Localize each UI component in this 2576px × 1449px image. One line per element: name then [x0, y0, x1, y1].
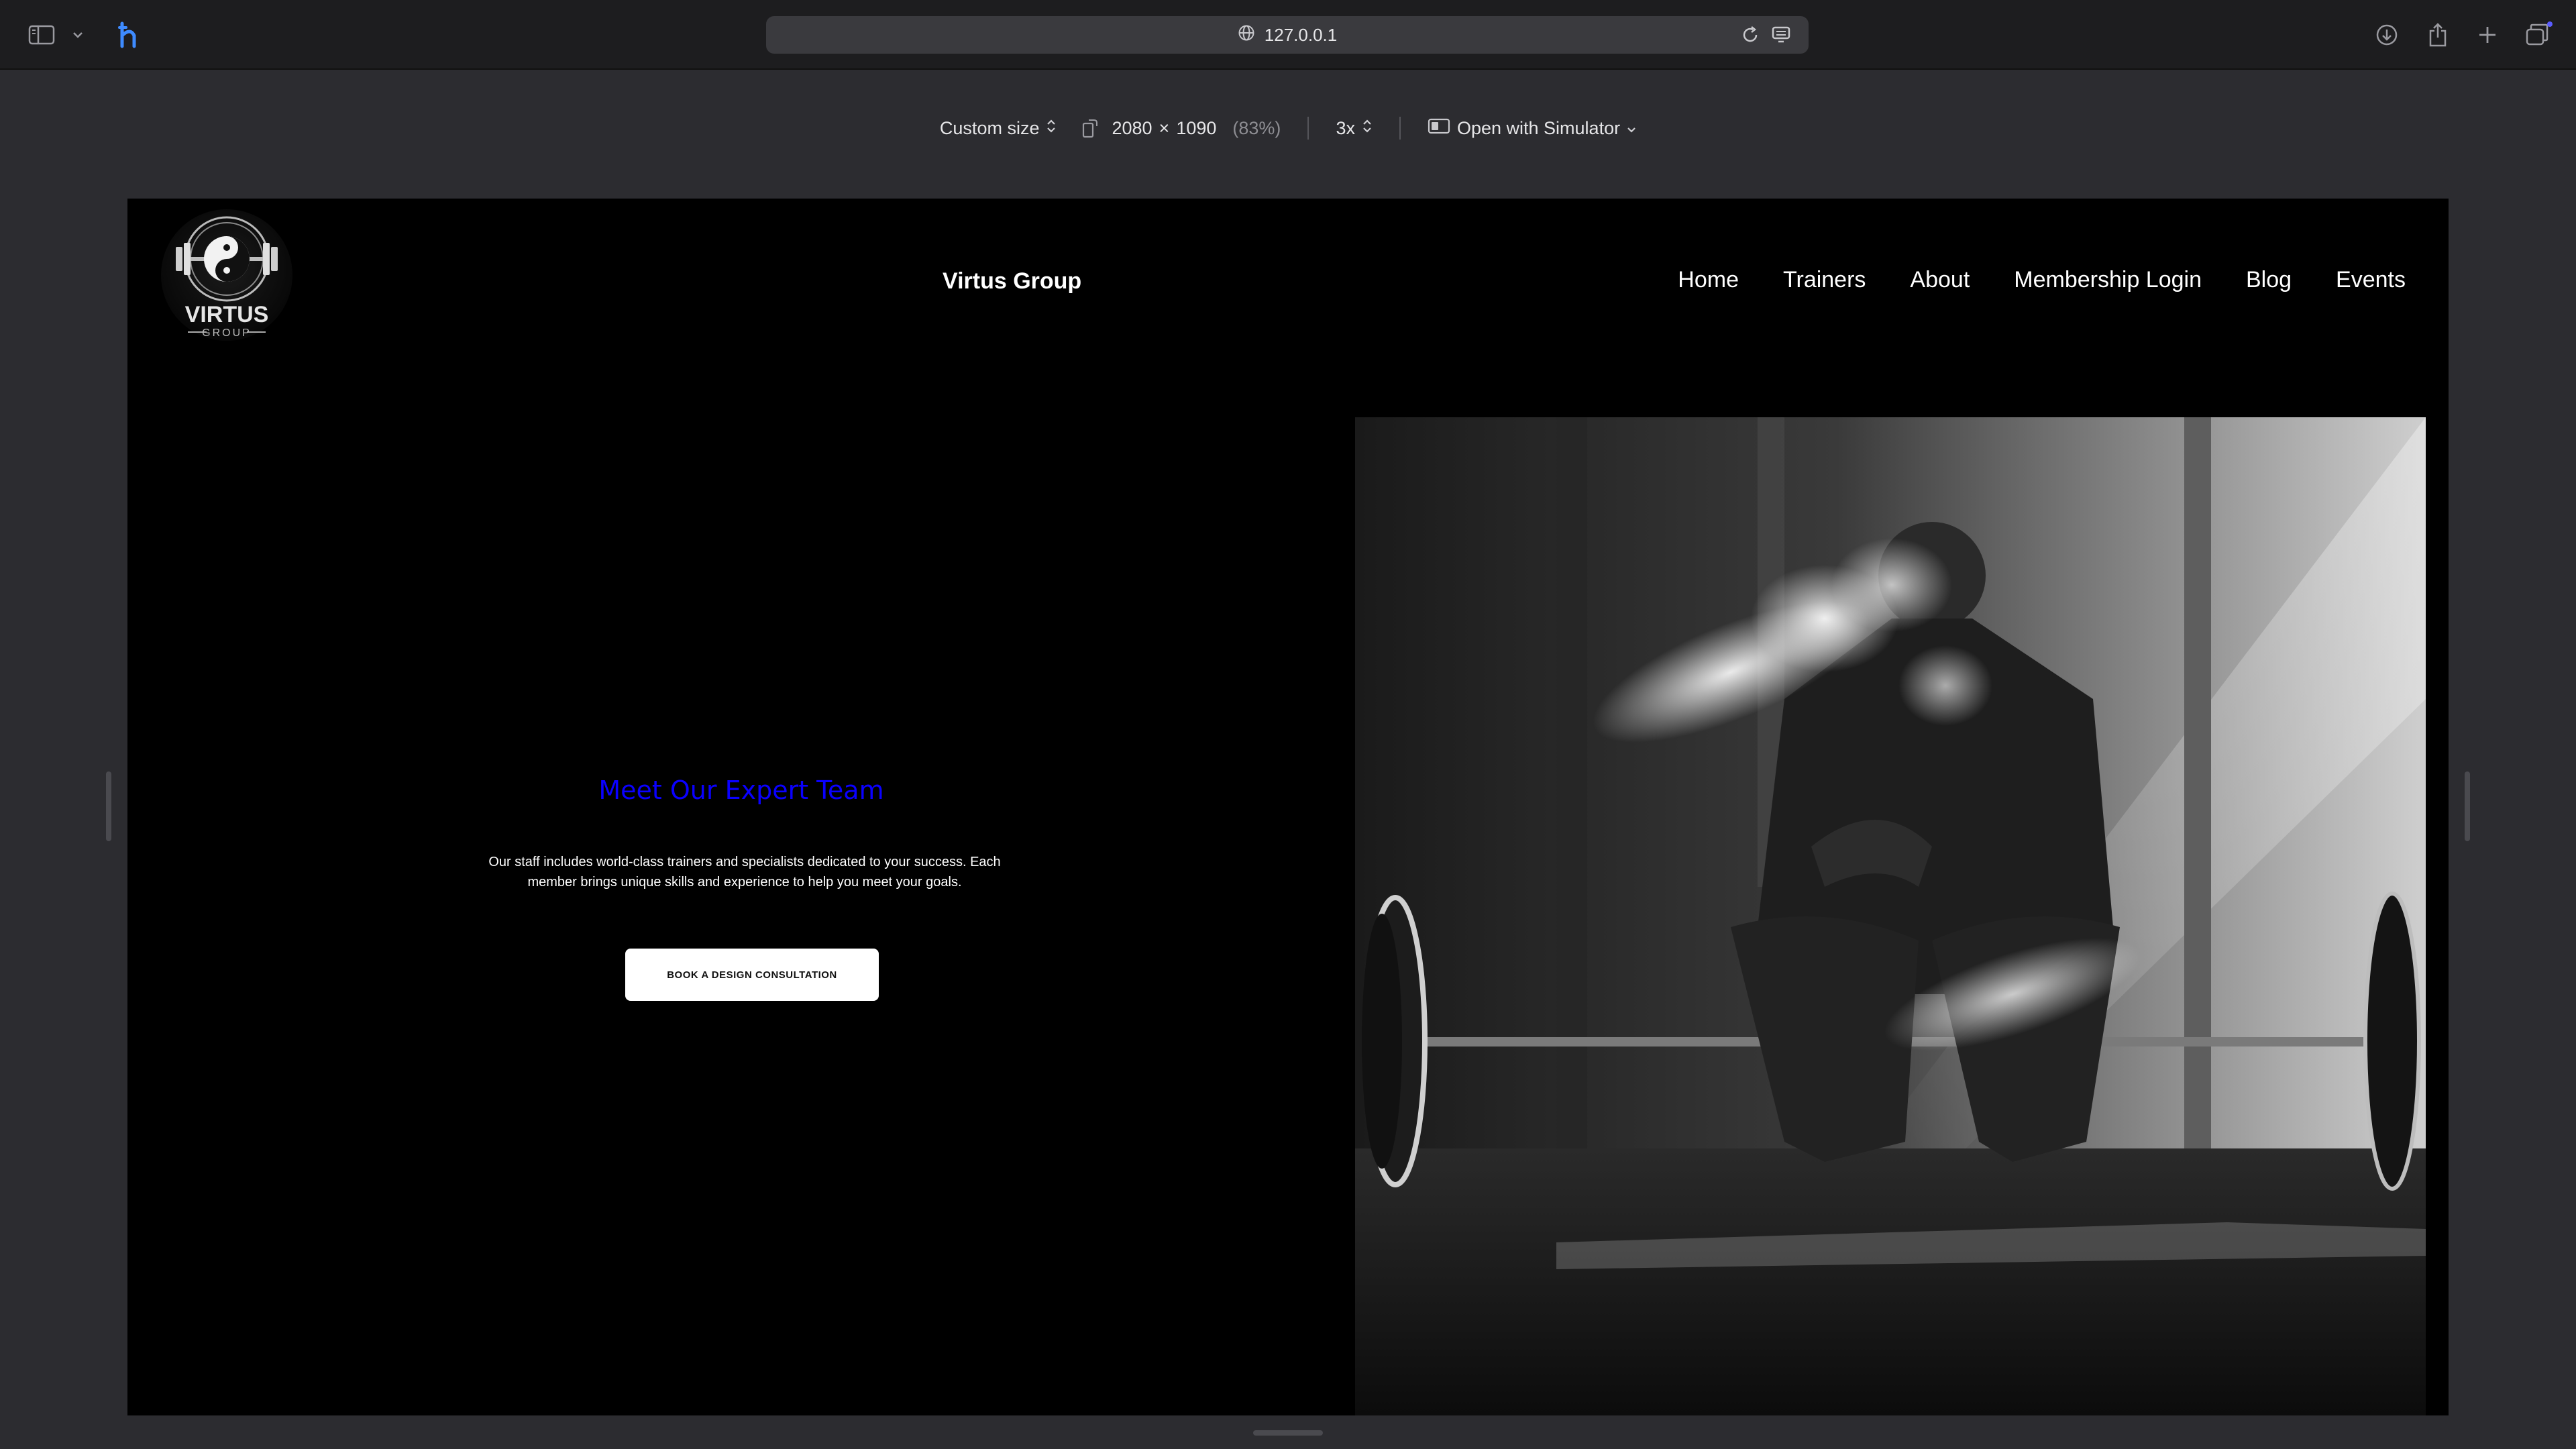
logo-text: VIRTUS [185, 302, 269, 327]
new-tab-icon[interactable] [2473, 19, 2502, 51]
website-viewport: VIRTUS GROUP Virtus Group Home Trainers … [127, 199, 2449, 1415]
hero-heading: Meet Our Expert Team [598, 775, 884, 805]
times-sign: × [1159, 117, 1170, 138]
toolbar-divider [1399, 117, 1401, 140]
viewport-width[interactable]: 2080 [1112, 118, 1152, 139]
device-icon [1428, 117, 1450, 140]
tab-overview-icon[interactable] [2521, 19, 2555, 51]
resize-handle-left[interactable] [106, 771, 111, 841]
scale-select[interactable]: 3x [1336, 118, 1373, 139]
chevron-down-icon [1627, 118, 1636, 139]
updown-chevron-icon [1362, 118, 1373, 139]
responsive-toolbar: Custom size 2080 × 1090 (83%) 3x Open wi… [0, 71, 2576, 185]
share-icon[interactable] [2423, 19, 2453, 51]
toolbar-divider [1307, 117, 1309, 140]
hero-image [1355, 417, 2426, 1415]
reader-icon[interactable] [1771, 24, 1791, 46]
globe-icon [1238, 24, 1255, 46]
site-title: Virtus Group [943, 268, 1082, 294]
nav-about[interactable]: About [1910, 267, 1970, 293]
site-logo[interactable]: VIRTUS GROUP [161, 209, 292, 341]
zoom-percent: (83%) [1232, 117, 1281, 138]
updown-chevron-icon [1046, 118, 1057, 139]
download-icon[interactable] [2372, 19, 2402, 51]
chevron-down-icon[interactable] [70, 19, 86, 51]
size-mode-label: Custom size [939, 117, 1040, 138]
size-mode-select[interactable]: Custom size [940, 118, 1057, 139]
nav-events[interactable]: Events [2336, 267, 2406, 293]
resize-handle-bottom[interactable] [1253, 1430, 1323, 1436]
open-with-label: Open with Simulator [1456, 117, 1621, 138]
browser-toolbar: 127.0.0.1 [0, 0, 2576, 70]
viewport-size[interactable]: 2080 × 1090 (83%) [1112, 118, 1281, 139]
scale-label: 3x [1336, 117, 1355, 138]
resize-handle-right[interactable] [2465, 771, 2470, 841]
logo-subtext: GROUP [202, 327, 252, 339]
reload-icon[interactable] [1740, 24, 1760, 46]
rotate-icon[interactable] [1081, 118, 1099, 138]
hero-description: Our staff includes world-class trainers … [488, 855, 1001, 890]
nav-blog[interactable]: Blog [2246, 267, 2292, 293]
open-with-simulator-button[interactable]: Open with Simulator [1428, 117, 1636, 140]
nav-membership-login[interactable]: Membership Login [2014, 267, 2202, 293]
sidebar-icon[interactable] [27, 19, 56, 51]
main-nav: Home Trainers About Membership Login Blo… [1678, 267, 2406, 293]
nav-home[interactable]: Home [1678, 267, 1739, 293]
hero-content [127, 417, 1355, 1415]
nav-trainers[interactable]: Trainers [1783, 267, 1866, 293]
viewport-height[interactable]: 1090 [1176, 118, 1216, 139]
address-url[interactable]: 127.0.0.1 [1265, 25, 1337, 46]
extension-icon[interactable] [115, 19, 142, 51]
address-bar[interactable]: 127.0.0.1 [766, 16, 1809, 54]
book-consultation-button[interactable]: BOOK A DESIGN CONSULTATION [625, 949, 879, 1001]
